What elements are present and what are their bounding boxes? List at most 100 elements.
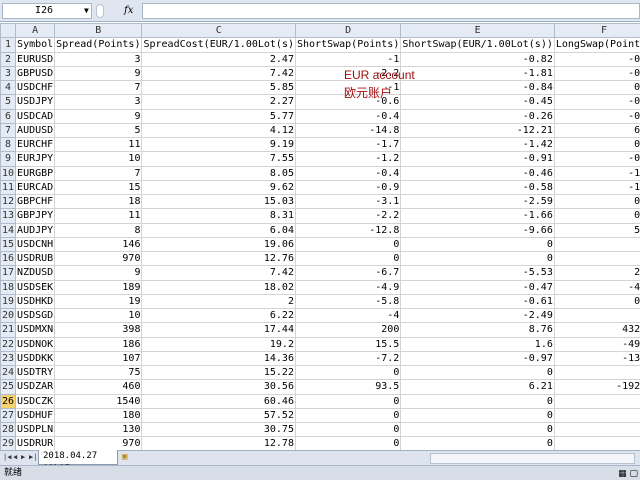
cell[interactable]: USDRUB — [16, 252, 55, 266]
row-header[interactable]: 19 — [1, 294, 16, 308]
cell[interactable]: GBPJPY — [16, 209, 55, 223]
cell[interactable]: 6.21 — [401, 380, 555, 394]
cell[interactable]: USDTRY — [16, 366, 55, 380]
cell[interactable]: 11 — [55, 209, 142, 223]
cell[interactable]: -49.9 — [554, 337, 640, 351]
cell[interactable]: 15.22 — [142, 366, 296, 380]
cell[interactable]: 12.78 — [142, 437, 296, 450]
cell[interactable]: -2.2 — [295, 209, 400, 223]
cell[interactable]: 0.3 — [554, 209, 640, 223]
row-header[interactable]: 16 — [1, 252, 16, 266]
cell[interactable]: 10 — [55, 309, 142, 323]
cell[interactable]: -1.2 — [295, 152, 400, 166]
cell[interactable]: -14.8 — [295, 123, 400, 137]
cell[interactable]: -1.42 — [401, 138, 555, 152]
row-header[interactable]: 4 — [1, 81, 16, 95]
cell[interactable]: 0 — [401, 394, 555, 408]
cell[interactable]: 8 — [55, 223, 142, 237]
cell[interactable]: 0 — [295, 408, 400, 422]
cell[interactable]: 9 — [55, 66, 142, 80]
cell[interactable]: 186 — [55, 337, 142, 351]
cell[interactable]: 11 — [55, 138, 142, 152]
cell[interactable]: -192.9 — [554, 380, 640, 394]
cell[interactable]: 180 — [55, 408, 142, 422]
cell[interactable]: -0.2 — [554, 66, 640, 80]
cell[interactable]: USDRUR — [16, 437, 55, 450]
cell[interactable]: -4.5 — [554, 280, 640, 294]
cell[interactable]: USDHUF — [16, 408, 55, 422]
cell[interactable]: -0.7 — [554, 52, 640, 66]
cell[interactable]: -0.84 — [401, 81, 555, 95]
cell[interactable]: 0 — [554, 237, 640, 251]
row-header[interactable]: 20 — [1, 309, 16, 323]
row-header[interactable]: 13 — [1, 209, 16, 223]
row-header[interactable]: 24 — [1, 366, 16, 380]
row-header[interactable]: 17 — [1, 266, 16, 280]
column-header-F[interactable]: F — [554, 24, 640, 38]
cell[interactable]: 7.42 — [142, 66, 296, 80]
cell[interactable]: 0 — [401, 437, 555, 450]
cell[interactable]: -0.97 — [401, 351, 555, 365]
cell[interactable]: EURCHF — [16, 138, 55, 152]
cell[interactable]: AUDJPY — [16, 223, 55, 237]
cell[interactable]: -0.2 — [554, 152, 640, 166]
cell[interactable]: 2 — [142, 294, 296, 308]
cell[interactable]: 0 — [401, 252, 555, 266]
cell[interactable]: 12.76 — [142, 252, 296, 266]
cell[interactable]: 0.8 — [554, 195, 640, 209]
chevron-down-icon[interactable]: ▼ — [84, 3, 89, 19]
cell[interactable]: -0.91 — [401, 152, 555, 166]
cell[interactable]: -1.81 — [401, 66, 555, 80]
cell[interactable]: 6.04 — [142, 223, 296, 237]
row-header[interactable]: 14 — [1, 223, 16, 237]
cell[interactable]: 9 — [55, 266, 142, 280]
cell[interactable]: 1540 — [55, 394, 142, 408]
cell[interactable]: 15 — [55, 180, 142, 194]
row-header[interactable]: 11 — [1, 180, 16, 194]
row-header[interactable]: 26 — [1, 394, 16, 408]
cell[interactable]: 0 — [295, 252, 400, 266]
cell[interactable]: -5.8 — [295, 294, 400, 308]
cell[interactable]: USDCAD — [16, 109, 55, 123]
cell[interactable]: USDDKK — [16, 351, 55, 365]
column-header-E[interactable]: E — [401, 24, 555, 38]
cell[interactable]: 7.55 — [142, 152, 296, 166]
cell[interactable]: 19.2 — [142, 337, 296, 351]
cell[interactable]: 19 — [55, 294, 142, 308]
cell[interactable]: 970 — [55, 437, 142, 450]
cell[interactable]: 75 — [55, 366, 142, 380]
column-header-C[interactable]: C — [142, 24, 296, 38]
cell[interactable]: -2.49 — [401, 309, 555, 323]
cell[interactable]: USDJPY — [16, 95, 55, 109]
cell[interactable]: NZDUSD — [16, 266, 55, 280]
cell[interactable]: 0 — [554, 252, 640, 266]
column-title[interactable]: ShortSwap(Points) — [295, 38, 400, 52]
row-header[interactable]: 8 — [1, 138, 16, 152]
select-all-corner[interactable] — [1, 24, 16, 38]
cell[interactable]: AUDUSD — [16, 123, 55, 137]
row-header[interactable]: 15 — [1, 237, 16, 251]
cell[interactable]: 30.75 — [142, 423, 296, 437]
cell[interactable]: 0 — [554, 423, 640, 437]
spreadsheet-grid[interactable]: ABCDEFG 1SymbolSpread(Points)SpreadCost(… — [0, 23, 640, 450]
cell[interactable]: -0.9 — [295, 180, 400, 194]
formula-bar-toggle[interactable] — [96, 4, 104, 18]
cell[interactable]: 432.7 — [554, 323, 640, 337]
row-header[interactable]: 7 — [1, 123, 16, 137]
cell[interactable]: 0 — [401, 366, 555, 380]
cell[interactable]: 6.3 — [554, 123, 640, 137]
cell[interactable]: -0.47 — [401, 280, 555, 294]
insert-sheet-icon[interactable]: ▣ — [122, 452, 127, 462]
name-box[interactable]: I26 — [2, 3, 92, 19]
column-header-D[interactable]: D — [295, 24, 400, 38]
cell[interactable]: USDCHF — [16, 81, 55, 95]
cell[interactable]: 146 — [55, 237, 142, 251]
cell[interactable]: 7 — [55, 166, 142, 180]
cell[interactable]: 0 — [295, 237, 400, 251]
cell[interactable]: 9.19 — [142, 138, 296, 152]
row-header[interactable]: 3 — [1, 66, 16, 80]
horizontal-scrollbar[interactable] — [430, 453, 635, 464]
cell[interactable]: 200 — [295, 323, 400, 337]
cell[interactable]: -0.4 — [295, 109, 400, 123]
cell[interactable]: 15.5 — [295, 337, 400, 351]
